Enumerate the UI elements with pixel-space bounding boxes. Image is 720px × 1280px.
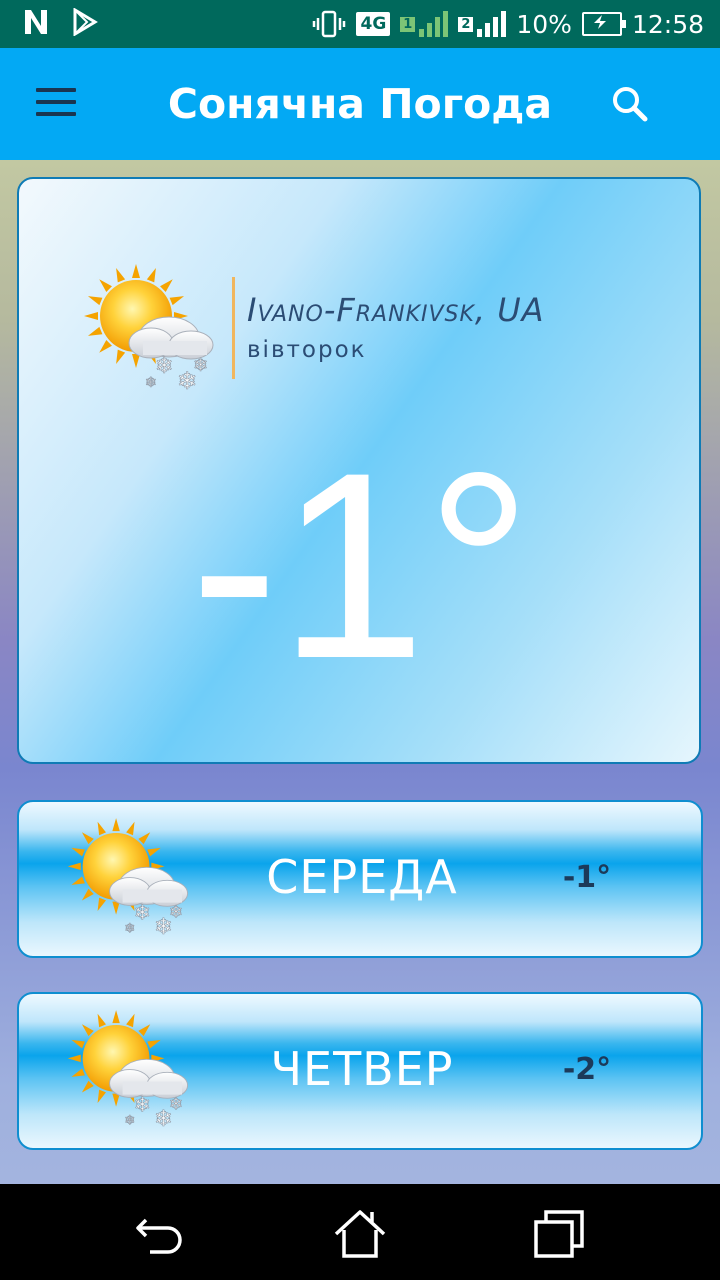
search-icon[interactable]	[608, 82, 652, 126]
sim2-signal-icon: 2	[458, 11, 507, 37]
sim1-signal-icon: 1	[400, 11, 449, 37]
home-icon[interactable]	[332, 1206, 388, 1262]
partly-cloudy-snow-icon	[65, 1006, 195, 1134]
recents-icon[interactable]	[532, 1206, 588, 1262]
partly-cloudy-snow-icon	[65, 814, 195, 942]
current-weekday: вівторок	[247, 337, 367, 363]
city-name: Ivano-Frankivsk, UA	[247, 291, 545, 329]
forecast-row-thursday[interactable]: ЧЕТВЕР -2°	[17, 992, 703, 1150]
navigation-bar	[0, 1184, 720, 1280]
back-icon[interactable]	[132, 1206, 188, 1262]
forecast-day: СЕРЕДА	[266, 850, 458, 904]
battery-percent: 10%	[516, 9, 572, 39]
play-store-icon	[73, 8, 98, 36]
battery-charging-icon	[581, 12, 626, 36]
divider	[232, 277, 235, 379]
vibrate-icon	[313, 10, 346, 38]
current-temperature: -1°	[190, 418, 532, 714]
app-bar: Сонячна Погода	[0, 48, 720, 160]
sim1-label: 1	[400, 16, 416, 32]
forecast-row-wednesday[interactable]: СЕРЕДА -1°	[17, 800, 703, 958]
network-type-badge: 4G	[356, 12, 391, 36]
forecast-temp: -1°	[562, 860, 612, 895]
clock: 12:58	[631, 9, 704, 39]
partly-cloudy-snow-icon	[81, 261, 221, 396]
forecast-temp: -2°	[562, 1052, 612, 1087]
forecast-day: ЧЕТВЕР	[270, 1042, 454, 1096]
n-notification-icon	[25, 10, 47, 34]
current-weather-card: Ivano-Frankivsk, UA вівторок -1°	[17, 177, 701, 764]
status-bar: 4G 1 2 10% 12:58	[0, 0, 720, 48]
sim2-label: 2	[458, 16, 474, 32]
